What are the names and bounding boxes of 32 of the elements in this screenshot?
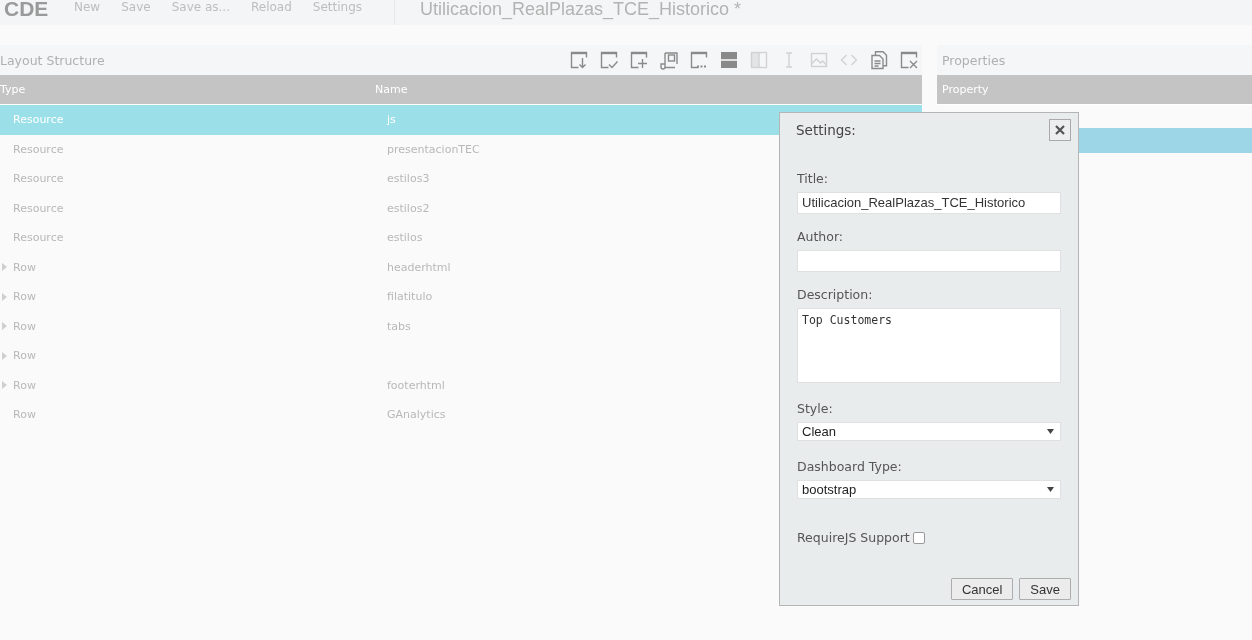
field-label: RequireJS Support [797,530,910,546]
name-cell: GAnalytics [387,408,446,422]
name-cell: footerhtml [387,378,445,392]
field-label: Description: [797,287,874,303]
type-cell: Resource [13,142,64,156]
name-cell: tabs [387,319,411,333]
field-label: Author: [797,229,845,245]
name-cell: presentacionTEC [387,142,480,156]
app-logo: CDE [4,0,50,17]
name-cell: filatitulo [387,290,433,304]
type-cell: Resource [13,172,64,186]
type-cell: Resource [13,113,64,127]
type-cell: Row [13,319,36,333]
type-cell: Row [13,408,36,422]
name-cell: estilos [387,231,423,245]
name-cell: js [387,113,396,127]
panel-title: Properties [941,52,1006,68]
type-cell: Row [13,290,36,304]
field-label: Title: [797,171,829,187]
field-label: Dashboard Type: [797,459,903,475]
type-cell: Row [13,349,36,363]
document-title: Utilicacion_RealPlazas_TCE_Historico * [420,0,742,18]
field-label: Style: [797,401,834,417]
panel-title: Layout Structure [0,52,105,68]
dialog-title: Settings: [796,122,856,138]
type-cell: Resource [13,231,64,245]
name-cell: estilos2 [387,201,430,215]
type-cell: Row [13,260,36,274]
name-cell: headerhtml [387,260,451,274]
type-cell: Resource [13,201,64,215]
name-cell: estilos3 [387,172,430,186]
type-cell: Row [13,378,36,392]
